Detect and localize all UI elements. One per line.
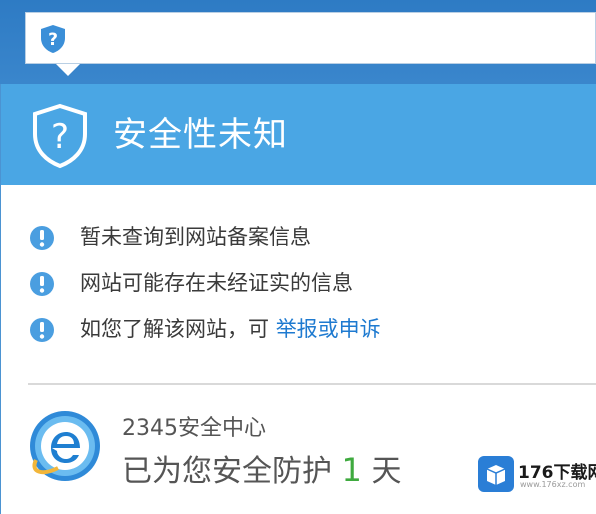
security-center-name: 2345安全中心 (122, 416, 266, 441)
protection-status: 已为您安全防护 1 天 (122, 446, 401, 490)
list-item: 暂未查询到网站备案信息 (28, 214, 588, 260)
info-list: 暂未查询到网站备案信息 网站可能存在未经证实的信息 如您了解该网站，可 举报或申… (28, 214, 588, 352)
shield-question-icon[interactable]: ? (38, 23, 68, 55)
popup-pointer (56, 64, 80, 76)
list-item: 如您了解该网站，可 举报或申诉 (28, 306, 588, 352)
watermark-url: www.176xz.com (520, 480, 586, 489)
watermark: 176下载网 www.176xz.com (478, 454, 596, 496)
report-appeal-link[interactable]: 举报或申诉 (276, 317, 381, 341)
box-logo-icon (478, 456, 514, 492)
shield-question-icon: ? (33, 103, 87, 169)
info-text-with-link: 如您了解该网站，可 举报或申诉 (80, 306, 381, 352)
info-text: 网站可能存在未经证实的信息 (80, 271, 353, 295)
info-text: 如您了解该网站，可 (80, 317, 276, 341)
info-icon (30, 318, 54, 342)
ie-browser-logo (30, 411, 100, 481)
protection-status-prefix: 已为您安全防护 (122, 454, 342, 489)
security-status-title: 安全性未知 (113, 115, 288, 155)
protection-days: 1 (341, 451, 362, 489)
security-banner: ? 安全性未知 (1, 84, 596, 185)
svg-text:?: ? (48, 30, 58, 50)
info-icon (30, 226, 54, 250)
list-item: 网站可能存在未经证实的信息 (28, 260, 588, 306)
address-bar[interactable]: ? (25, 12, 596, 64)
protection-status-suffix: 天 (361, 454, 402, 489)
svg-text:?: ? (51, 117, 69, 157)
info-icon (30, 272, 54, 296)
info-text: 暂未查询到网站备案信息 (80, 225, 311, 249)
divider (28, 383, 596, 385)
